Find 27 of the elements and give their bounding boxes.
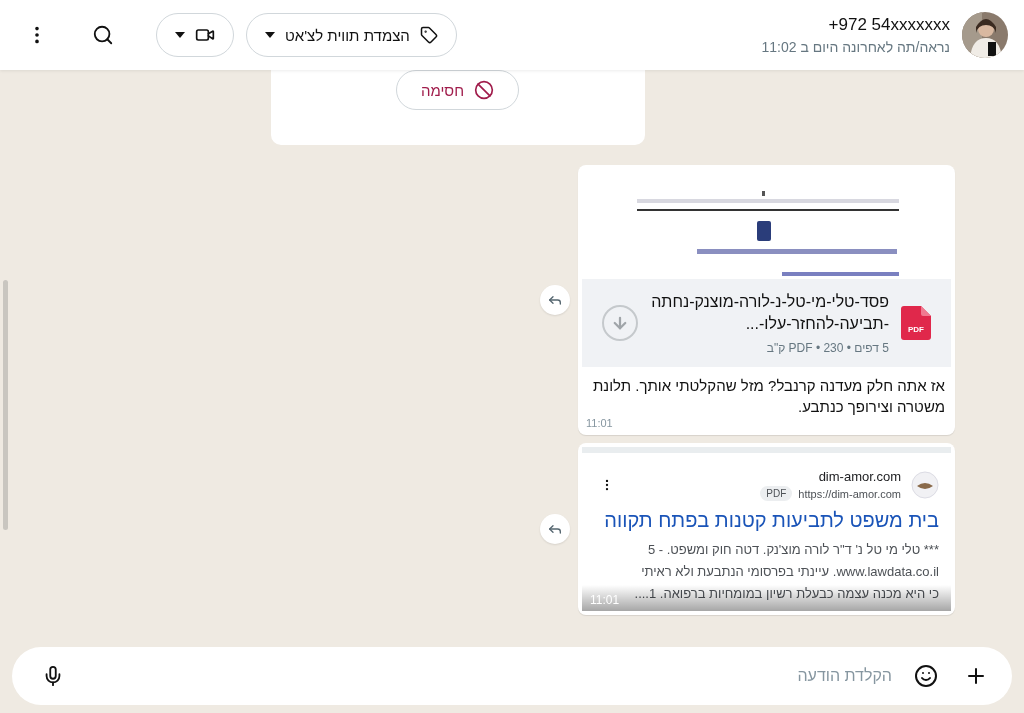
link-title[interactable]: בית משפט לתביעות קטנות בפתח תקווה: [594, 507, 939, 533]
link-snippet: *** טלי מי טל נ' ד"ר לורה מוצ'נק. דטה חוק ומשפט. - 5 www.lawdata.co.il. עיינתי בפרסומי הנתבעת ולא ראיתי כי היא מכנה עצמה כבעלת רשיון במומחיות ברפואה. 1....: [634, 541, 939, 603]
forward-button[interactable]: [540, 285, 570, 315]
block-button[interactable]: חסימה: [395, 70, 520, 110]
site-favicon-icon: [911, 471, 939, 499]
last-seen-status: נראה/תה לאחרונה היום ב 11:02: [761, 39, 950, 55]
caret-icon: [265, 32, 275, 38]
site-name: dim-amor.com: [818, 469, 901, 484]
label-icon: [419, 26, 438, 44]
label-chat-button[interactable]: הצמדת תווית לצ'אט: [246, 13, 457, 57]
video-call-button[interactable]: [156, 13, 234, 57]
site-url: https://dim-amor.com: [798, 487, 901, 500]
pdf-file-icon: PDF: [901, 306, 931, 340]
message-text: אז אתה חלק מעדנה קרנבל? מזל שהקלטתי אותך. תלונת משטרה וצירופך כנתבע.: [592, 376, 946, 417]
message-time: 11:01: [590, 593, 620, 607]
forward-button[interactable]: [540, 514, 570, 544]
contact-name: +972 54xxxxxxx: [828, 15, 950, 35]
scrollbar[interactable]: [3, 280, 8, 530]
file-meta: 5 דפים • PDF • 230 ק"ב: [765, 341, 889, 355]
file-type-badge: PDF: [760, 486, 793, 501]
block-icon: [474, 80, 495, 100]
file-name: פסד-טלי-מי-טל-נ-לורה-מוצנק-נחתה-תביעה-להחזר-עלו-...: [650, 292, 889, 334]
message-input[interactable]: הקלדת הודעה: [84, 666, 894, 686]
message-time: 11:01: [585, 417, 614, 431]
message-field[interactable]: הקלדת הודעה: [12, 647, 1012, 705]
caret-icon: [175, 32, 185, 38]
download-icon: [611, 314, 629, 332]
